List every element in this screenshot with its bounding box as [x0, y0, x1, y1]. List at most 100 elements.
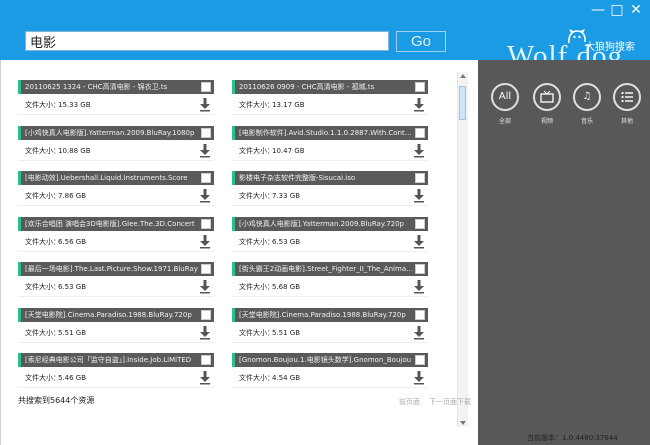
download-icon[interactable] — [200, 143, 210, 158]
result-checkbox[interactable] — [201, 218, 211, 229]
result-checkbox[interactable] — [415, 127, 425, 138]
size-label: 文件大小： — [25, 146, 60, 155]
download-icon[interactable] — [200, 234, 210, 249]
result-size-row: 文件大小：7.33 GB — [232, 191, 428, 201]
result-checkbox[interactable] — [201, 82, 211, 92]
result-checkbox[interactable] — [201, 355, 211, 365]
category-other[interactable]: 其他 — [612, 83, 642, 125]
card-divider — [18, 341, 214, 343]
download-icon[interactable] — [414, 371, 424, 385]
result-title[interactable]: [电影制作软件].Avid.Studio.1.1.0.2887.With.Con… — [239, 126, 414, 140]
close-button[interactable]: ✕ — [628, 2, 644, 18]
result-title[interactable]: [欢乐合唱团 演唱会3D电影版].Glee.The.3D.Concert — [25, 217, 200, 231]
result-checkbox[interactable] — [201, 264, 211, 274]
result-title[interactable]: [小鸡快真人电影版].Yatterman.2009.BluRay.1080p — [25, 126, 200, 140]
maximize-button[interactable]: □ — [609, 2, 625, 18]
card-divider — [18, 296, 214, 297]
download-icon[interactable] — [414, 280, 424, 294]
result-checkbox[interactable] — [415, 264, 425, 274]
result-title[interactable]: [天堂电影院].Cinema.Paradiso.1988.BluRay.720p — [239, 308, 414, 322]
result-card[interactable]: [街头霸王2动画电影].Street_Fighter_II_The_Animat… — [232, 262, 428, 297]
category-label: 其他 — [620, 118, 633, 125]
result-checkbox[interactable] — [415, 82, 425, 92]
result-title[interactable]: [小鸡快真人电影版].Yatterman.2009.BluRay.720p — [239, 217, 414, 231]
result-header: [街头霸王2动画电影].Street_Fighter_II_The_Animat… — [232, 262, 428, 276]
result-title[interactable]: 20110625 1324 - CHC高清电影 - 锦衣卫.ts — [25, 80, 200, 94]
result-card[interactable]: [电影动效].Uebershall.Liquid.Instruments.Sco… — [18, 171, 214, 206]
size-value: 13.17 GB — [272, 101, 305, 109]
size-value: 6.53 GB — [58, 283, 87, 291]
result-header: [小鸡快真人电影版].Yatterman.2009.BluRay.720p — [232, 216, 428, 231]
download-icon[interactable] — [200, 280, 210, 294]
result-card[interactable]: [最后一场电影].The.Last.Picture.Show.1971.BluR… — [18, 262, 214, 297]
category-video[interactable]: 视频 — [532, 83, 562, 125]
size-value: 6.56 GB — [58, 237, 87, 246]
result-card[interactable]: [Gnomon.Boujou.1.电影镜头数学].Gnomon_Boujou 文件… — [232, 353, 428, 388]
card-divider — [18, 250, 214, 252]
card-divider — [232, 250, 428, 252]
result-card[interactable]: [欢乐合唱团 演唱会3D电影版].Glee.The.3D.Concert 文件大小… — [18, 216, 214, 252]
result-size-row: 文件大小：5.51 GB — [18, 328, 214, 338]
result-card[interactable]: [索尼经典电影公司「监守自盗」].Inside.Job.LiMiTED 文件大小：… — [18, 353, 214, 388]
scroll-thumb[interactable] — [459, 86, 466, 120]
download-icon[interactable] — [414, 98, 424, 112]
result-checkbox[interactable] — [415, 355, 425, 365]
download-icon[interactable] — [414, 234, 424, 249]
result-checkbox[interactable] — [201, 173, 211, 183]
size-value: 6.53 GB — [272, 237, 301, 246]
result-checkbox[interactable] — [415, 309, 425, 320]
card-divider — [232, 114, 428, 115]
size-label: 文件大小： — [25, 237, 60, 246]
result-title[interactable]: [Gnomon.Boujou.1.电影镜头数学].Gnomon_Boujou — [239, 353, 414, 367]
result-title[interactable]: [最后一场电影].The.Last.Picture.Show.1971.BluR… — [25, 262, 200, 276]
search-input[interactable] — [25, 31, 389, 51]
download-icon[interactable] — [414, 325, 424, 340]
size-label: 文件大小： — [239, 374, 274, 382]
result-card[interactable]: [天堂电影院].Cinema.Paradiso.1988.BluRay.720p… — [18, 307, 214, 343]
download-icon[interactable] — [414, 189, 424, 203]
download-icon[interactable] — [200, 98, 210, 112]
result-checkbox[interactable] — [415, 173, 425, 183]
card-divider — [232, 205, 428, 206]
prev-page-link[interactable]: 前页面 — [399, 397, 420, 407]
scroll-up-icon[interactable] — [460, 74, 466, 78]
result-card[interactable]: 20110626 0909 - CHC高清电影 - 孤城.ts 文件大小：13.1… — [232, 80, 428, 115]
download-icon[interactable] — [200, 325, 210, 340]
size-value: 5.51 GB — [272, 328, 301, 337]
card-divider — [18, 205, 214, 206]
result-title[interactable]: 20110626 0909 - CHC高清电影 - 孤城.ts — [239, 80, 414, 94]
result-title[interactable]: 影楼电子杂志软件完整版-Sisucai.iso — [239, 171, 414, 185]
results-scrollbar[interactable] — [457, 72, 468, 427]
result-title[interactable]: [索尼经典电影公司「监守自盗」].Inside.Job.LiMiTED — [25, 353, 200, 367]
result-card[interactable]: [电影制作软件].Avid.Studio.1.1.0.2887.With.Con… — [232, 125, 428, 161]
size-label: 文件大小： — [25, 192, 60, 200]
result-card[interactable]: 20110625 1324 - CHC高清电影 - 锦衣卫.ts 文件大小：15.… — [18, 80, 214, 115]
download-icon[interactable] — [200, 189, 210, 203]
download-icon[interactable] — [200, 371, 210, 385]
result-header: 20110626 0909 - CHC高清电影 - 孤城.ts — [232, 80, 428, 94]
result-checkbox[interactable] — [201, 127, 211, 138]
size-label: 文件大小： — [25, 283, 60, 291]
result-title[interactable]: [街头霸王2动画电影].Street_Fighter_II_The_Animat… — [239, 262, 414, 276]
card-divider — [18, 114, 214, 115]
category-all[interactable]: All 全部 — [490, 83, 520, 125]
result-checkbox[interactable] — [201, 309, 211, 320]
size-value: 10.88 GB — [58, 146, 91, 155]
result-card[interactable]: 影楼电子杂志软件完整版-Sisucai.iso 文件大小：7.33 GB — [232, 171, 428, 206]
go-button[interactable]: Go — [396, 31, 446, 52]
result-title[interactable]: [电影动效].Uebershall.Liquid.Instruments.Sco… — [25, 171, 200, 185]
result-size-row: 文件大小：6.56 GB — [18, 237, 214, 247]
result-title[interactable]: [天堂电影院].Cinema.Paradiso.1988.BluRay.720p — [25, 308, 200, 322]
result-card[interactable]: [天堂电影院].Cinema.Paradiso.1988.BluRay.720p… — [232, 307, 428, 343]
list-icon — [613, 83, 641, 111]
category-music[interactable]: ♫ 音乐 — [572, 83, 602, 125]
download-icon[interactable] — [414, 143, 424, 158]
minimize-button[interactable]: — — [590, 2, 606, 18]
all-icon: All — [491, 83, 519, 111]
result-checkbox[interactable] — [415, 218, 425, 229]
next-page-link[interactable]: 下一页面下载 — [429, 397, 471, 407]
result-card[interactable]: [小鸡快真人电影版].Yatterman.2009.BluRay.720p 文件大… — [232, 216, 428, 252]
results-panel: 20110625 1324 - CHC高清电影 - 锦衣卫.ts 文件大小：15.… — [0, 60, 478, 445]
result-card[interactable]: [小鸡快真人电影版].Yatterman.2009.BluRay.1080p 文件… — [18, 125, 214, 161]
scroll-down-icon[interactable] — [460, 421, 466, 425]
